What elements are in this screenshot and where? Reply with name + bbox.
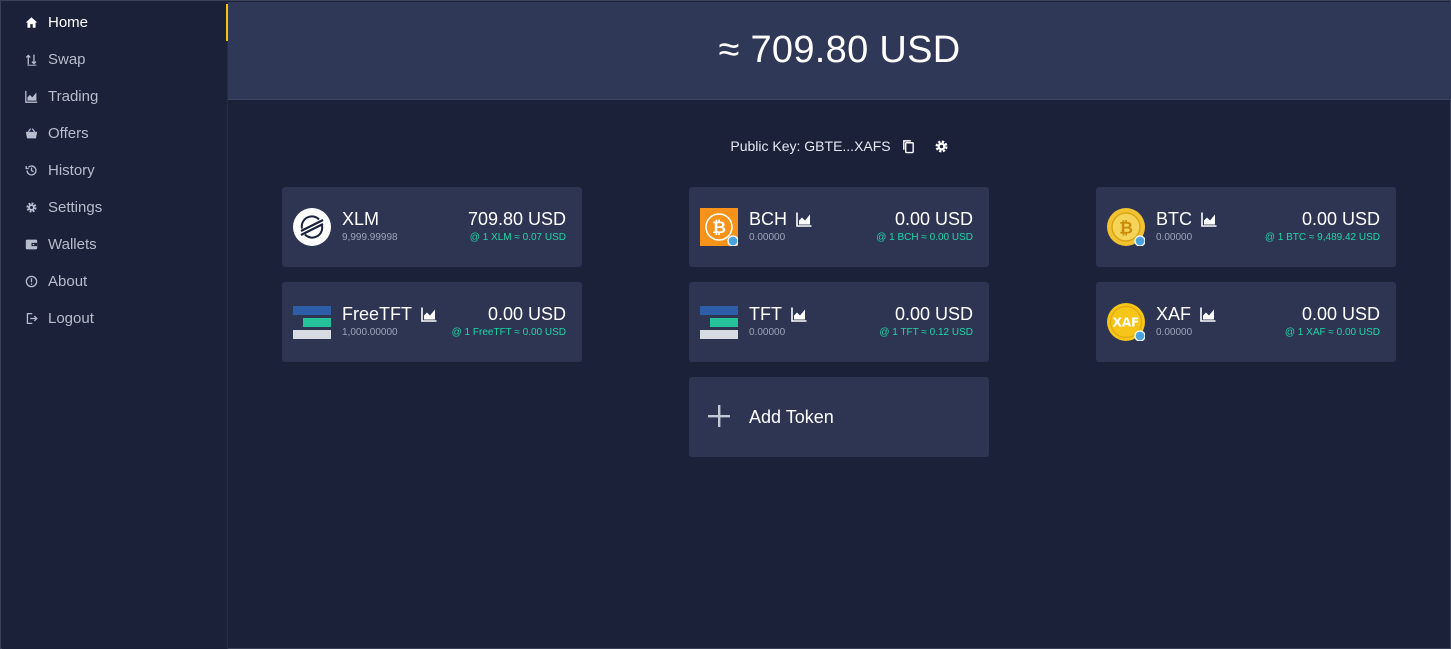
sidebar-item-trading[interactable]: Trading xyxy=(2,78,228,115)
token-usd-value: 0.00 USD xyxy=(487,304,566,324)
token-usd-value: 0.00 USD xyxy=(894,209,973,229)
token-amount: 0.00000 xyxy=(1156,327,1193,338)
sidebar-item-label: Home xyxy=(48,14,89,31)
bitcoin-coin-icon: ₿ xyxy=(1107,208,1146,247)
gear-icon[interactable] xyxy=(934,139,949,154)
wallet-icon xyxy=(24,238,38,252)
sidebar-item-about[interactable]: About xyxy=(2,263,228,300)
plus-icon xyxy=(707,404,731,428)
threefold-logo-icon xyxy=(293,303,331,341)
sidebar-item-settings[interactable]: Settings xyxy=(2,189,228,226)
svg-text:₿: ₿ xyxy=(712,218,726,238)
sidebar-item-label: History xyxy=(48,162,95,179)
xaf-coin-icon: XAF xyxy=(1107,303,1146,342)
public-key-row: Public Key: GBTE...XAFS xyxy=(228,134,1451,158)
token-name: XLM xyxy=(342,209,380,229)
gear-icon xyxy=(24,201,38,215)
chart-area-icon[interactable] xyxy=(1201,212,1217,227)
basket-icon xyxy=(24,127,38,141)
sidebar-item-home[interactable]: Home xyxy=(2,4,229,41)
token-rate: @ 1 XAF ≈ 0.00 USD xyxy=(1284,327,1380,338)
sidebar-item-wallets[interactable]: Wallets xyxy=(2,226,228,263)
token-amount: 1,000.00000 xyxy=(342,327,398,338)
token-card-bch[interactable]: ₿ BCH 0.00000 0.00 USD @ 1 BCH ≈ 0.00 US… xyxy=(689,187,989,267)
app-window: Home Swap Trading Offers History Setting… xyxy=(0,0,1451,649)
token-rate: @ 1 TFT ≈ 0.12 USD xyxy=(879,327,973,338)
sidebar-item-swap[interactable]: Swap xyxy=(2,41,228,78)
token-amount: 0.00000 xyxy=(749,327,786,338)
token-usd-value: 0.00 USD xyxy=(1301,304,1380,324)
token-name: BCH xyxy=(749,209,812,230)
total-balance: ≈ 709.80 USD xyxy=(718,29,961,71)
token-name: BTC xyxy=(1156,209,1217,230)
bitcoin-cash-logo-icon: ₿ xyxy=(700,208,739,247)
public-key-label: Public Key: GBTE...XAFS xyxy=(730,138,891,154)
sidebar-item-logout[interactable]: Logout xyxy=(2,300,228,337)
token-name: TFT xyxy=(749,304,807,325)
token-card-xlm[interactable]: XLM 9,999.99998 709.80 USD @ 1 XLM ≈ 0.0… xyxy=(282,187,582,267)
sidebar-item-label: Wallets xyxy=(48,236,97,253)
chart-area-icon[interactable] xyxy=(796,212,812,227)
sidebar-item-label: About xyxy=(48,273,88,290)
token-rate: @ 1 BCH ≈ 0.00 USD xyxy=(876,232,973,243)
token-card-xaf[interactable]: XAF XAF 0.00000 0.00 USD @ 1 XAF ≈ 0.00 … xyxy=(1096,282,1396,362)
logout-icon xyxy=(24,312,38,326)
sidebar-item-label: Logout xyxy=(48,310,94,327)
token-card-tft[interactable]: TFT 0.00000 0.00 USD @ 1 TFT ≈ 0.12 USD xyxy=(689,282,989,362)
token-amount: 0.00000 xyxy=(1156,232,1193,243)
info-icon xyxy=(24,275,38,289)
sidebar-item-label: Trading xyxy=(48,88,99,105)
sidebar: Home Swap Trading Offers History Setting… xyxy=(2,2,229,649)
chart-area-icon[interactable] xyxy=(791,307,807,322)
token-usd-value: 0.00 USD xyxy=(894,304,973,324)
token-card-btc[interactable]: ₿ BTC 0.00000 0.00 USD @ 1 BTC ≈ 9,489.4… xyxy=(1096,187,1396,267)
add-token-button[interactable]: Add Token xyxy=(689,377,989,457)
chart-area-icon[interactable] xyxy=(1200,307,1216,322)
chart-area-icon[interactable] xyxy=(421,307,437,322)
token-rate: @ 1 FreeTFT ≈ 0.00 USD xyxy=(451,327,566,338)
token-amount: 0.00000 xyxy=(749,232,786,243)
swap-icon xyxy=(24,53,38,67)
token-rate: @ 1 XLM ≈ 0.07 USD xyxy=(469,232,566,243)
threefold-logo-icon xyxy=(700,303,738,341)
svg-text:₿: ₿ xyxy=(1119,219,1133,239)
token-usd-value: 709.80 USD xyxy=(467,209,566,229)
add-token-label: Add Token xyxy=(749,407,834,427)
sidebar-item-label: Swap xyxy=(48,51,86,68)
total-balance-bar: ≈ 709.80 USD xyxy=(228,2,1451,100)
sidebar-item-label: Settings xyxy=(48,199,103,216)
stellar-logo-icon xyxy=(293,208,331,246)
home-icon xyxy=(24,16,38,30)
history-icon xyxy=(24,164,38,178)
sidebar-item-label: Offers xyxy=(48,125,89,142)
chart-area-icon xyxy=(24,90,38,104)
sidebar-item-offers[interactable]: Offers xyxy=(2,115,228,152)
token-amount: 9,999.99998 xyxy=(342,232,398,243)
token-rate: @ 1 BTC ≈ 9,489.42 USD xyxy=(1264,232,1380,243)
sidebar-item-history[interactable]: History xyxy=(2,152,228,189)
token-name: FreeTFT xyxy=(342,304,437,325)
copy-icon[interactable] xyxy=(901,139,916,154)
token-card-freetft[interactable]: FreeTFT 1,000.00000 0.00 USD @ 1 FreeTFT… xyxy=(282,282,582,362)
svg-text:XAF: XAF xyxy=(1113,316,1140,330)
token-name: XAF xyxy=(1156,304,1216,325)
token-usd-value: 0.00 USD xyxy=(1301,209,1380,229)
